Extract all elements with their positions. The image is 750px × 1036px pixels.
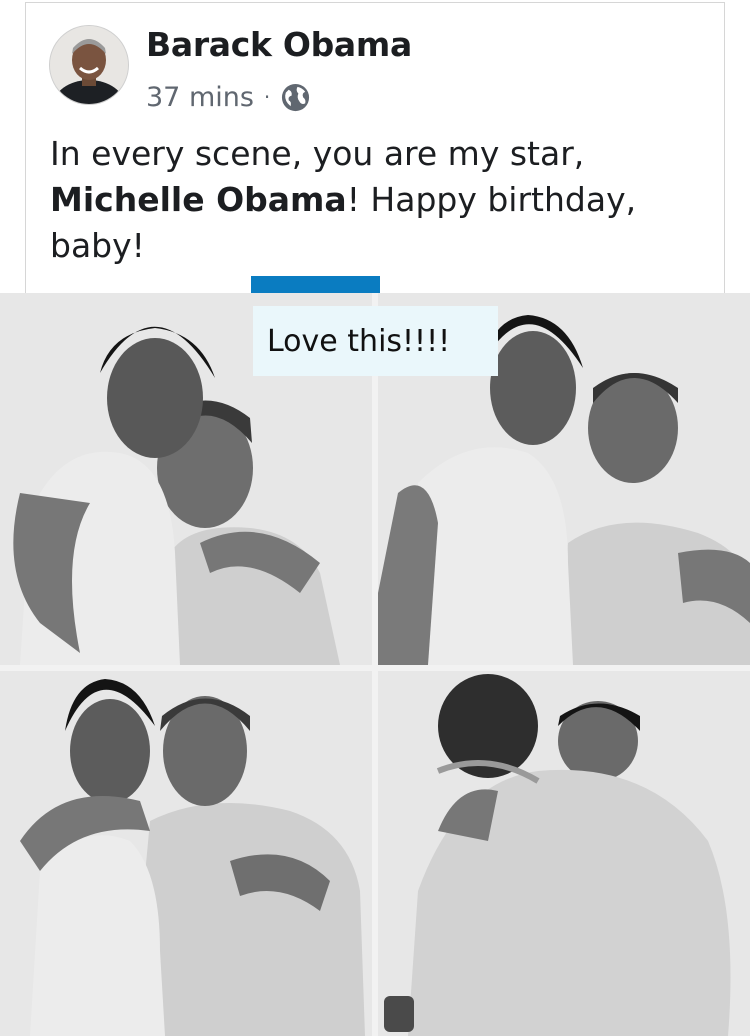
mention-link[interactable]: Michelle Obama [50, 180, 347, 219]
post-meta: 37 mins · [146, 77, 311, 117]
photo-4[interactable] [378, 671, 750, 1036]
post-text-part1: In every scene, you are my star, [50, 134, 585, 173]
post-card: Barack Obama 37 mins · In every scene, y… [25, 2, 725, 293]
meta-separator: · [263, 85, 271, 109]
avatar[interactable] [50, 26, 128, 104]
author-name[interactable]: Barack Obama [146, 25, 412, 64]
comment-sticker: Love this!!!! [253, 306, 498, 376]
globe-icon[interactable] [280, 82, 311, 113]
photo-grid [0, 293, 750, 1036]
post-text: In every scene, you are my star, Michell… [50, 131, 710, 269]
photo-3[interactable] [0, 671, 372, 1036]
post-time[interactable]: 37 mins [146, 82, 254, 113]
